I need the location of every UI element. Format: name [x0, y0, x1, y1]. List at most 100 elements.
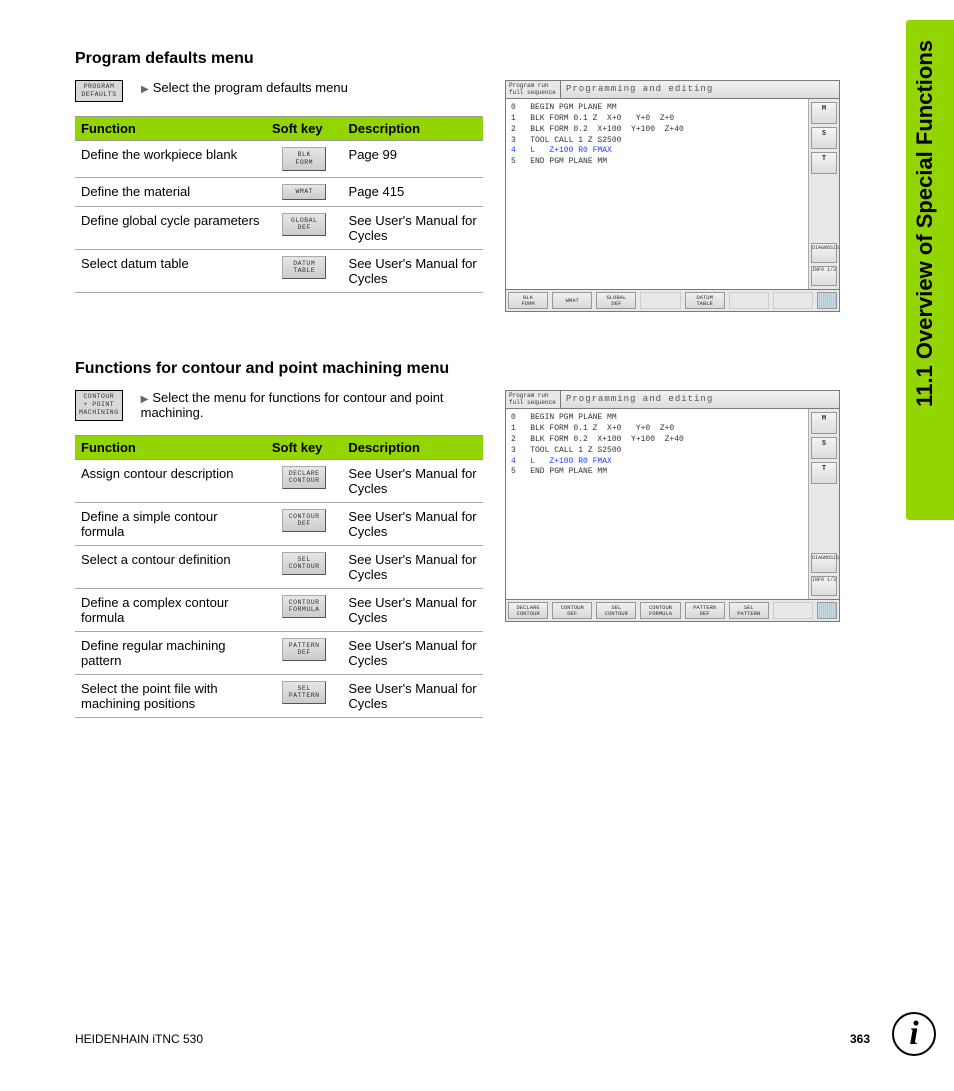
panel-title: Programming and editing [561, 81, 839, 98]
cell-function: Assign contour description [75, 459, 266, 502]
softkey-button[interactable]: SEL CONTOUR [282, 552, 326, 576]
override-button-s[interactable]: S [811, 127, 837, 149]
cell-function: Select the point file with machining pos… [75, 674, 266, 717]
panel-mode: Program run full sequence [506, 391, 561, 408]
softkey-button[interactable]: BLK FORM [282, 147, 326, 171]
cell-function: Define the workpiece blank [75, 141, 266, 178]
panel-softkey[interactable]: DATUM TABLE [685, 292, 725, 309]
cell-softkey: DATUM TABLE [266, 249, 343, 292]
table-row: Define global cycle parameters GLOBAL DEF… [75, 206, 483, 249]
th-description: Description [343, 117, 483, 141]
softkey-button[interactable]: GLOBAL DEF [282, 213, 326, 237]
cell-description: See User's Manual for Cycles [342, 545, 483, 588]
section-program-defaults: Program defaults menu PROGRAM DEFAULTS S… [75, 50, 840, 332]
cell-function: Define global cycle parameters [75, 206, 266, 249]
diagnosis-button[interactable]: DIAGNOSIS [811, 553, 837, 573]
cell-softkey: CONTOUR DEF [266, 502, 343, 545]
control-screenshot: Program run full sequenceProgramming and… [505, 80, 840, 312]
override-button-s[interactable]: S [811, 437, 837, 459]
th-description: Description [342, 435, 483, 459]
intro-text-1: Select the program defaults menu [141, 80, 348, 95]
panel-softkey[interactable]: SEL PATTERN [729, 602, 769, 619]
cell-description: Page 415 [343, 177, 483, 206]
panel-softkey-empty [773, 602, 813, 619]
intro-text-2: Select the menu for functions for contou… [141, 390, 483, 420]
th-softkey: Soft key [266, 117, 343, 141]
softkey-program-defaults[interactable]: PROGRAM DEFAULTS [75, 80, 123, 102]
cell-function: Define the material [75, 177, 266, 206]
section-title-vertical: 11.1 Overview of Special Functions [912, 40, 938, 407]
panel-scroll-indicator[interactable] [817, 292, 837, 309]
cell-description: See User's Manual for Cycles [342, 459, 483, 502]
override-button-m[interactable]: M [811, 412, 837, 434]
panel-side-buttons: MST DIAGNOSIS INFO 1/3 [809, 99, 839, 289]
panel-softkey-empty [729, 292, 769, 309]
softkey-contour-point[interactable]: CONTOUR + POINT MACHINING [75, 390, 123, 420]
panel-softkey[interactable]: DECLARE CONTOUR [508, 602, 548, 619]
panel-softkey[interactable]: PATTERN DEF [685, 602, 725, 619]
page-number: 363 [850, 1032, 870, 1046]
info-icon: i [892, 1012, 936, 1056]
panel-side-buttons: MST DIAGNOSIS INFO 1/3 [809, 409, 839, 599]
cell-function: Select datum table [75, 249, 266, 292]
control-screenshot: Program run full sequenceProgramming and… [505, 390, 840, 622]
panel-softkey[interactable]: SEL CONTOUR [596, 602, 636, 619]
section-contour-point: Functions for contour and point machinin… [75, 360, 840, 717]
panel-title: Programming and editing [561, 391, 839, 408]
override-button-t[interactable]: T [811, 152, 837, 174]
cell-softkey: WMAT [266, 177, 343, 206]
table-row: Define the workpiece blankBLK FORMPage 9… [75, 141, 483, 178]
heading-program-defaults: Program defaults menu [75, 50, 840, 68]
th-function: Function [75, 117, 266, 141]
panel-softkey-bar: DECLARE CONTOURCONTOUR DEFSEL CONTOURCON… [506, 599, 839, 621]
cell-function: Define a simple contour formula [75, 502, 266, 545]
info-button[interactable]: INFO 1/3 [811, 266, 837, 286]
table-contour-point: Function Soft key Description Assign con… [75, 435, 483, 718]
page-footer: HEIDENHAIN iTNC 530 363 [75, 1032, 870, 1046]
cell-description: See User's Manual for Cycles [342, 674, 483, 717]
footer-product: HEIDENHAIN iTNC 530 [75, 1032, 203, 1046]
panel-softkey[interactable]: GLOBAL DEF [596, 292, 636, 309]
heading-contour-point: Functions for contour and point machinin… [75, 360, 455, 378]
table-row: Assign contour description DECLARE CONTOU… [75, 459, 483, 502]
softkey-button[interactable]: CONTOUR FORMULA [282, 595, 326, 619]
cell-description: See User's Manual for Cycles [342, 502, 483, 545]
panel-softkey[interactable]: WMAT [552, 292, 592, 309]
panel-softkey[interactable]: CONTOUR DEF [552, 602, 592, 619]
diagnosis-button[interactable]: DIAGNOSIS [811, 243, 837, 263]
table-row: Select the point file with machining pos… [75, 674, 483, 717]
override-button-t[interactable]: T [811, 462, 837, 484]
cell-description: See User's Manual for Cycles [342, 588, 483, 631]
softkey-button[interactable]: WMAT [282, 184, 326, 200]
cell-function: Select a contour definition [75, 545, 266, 588]
softkey-button[interactable]: CONTOUR DEF [282, 509, 326, 533]
table-row: Define a complex contour formula CONTOUR … [75, 588, 483, 631]
cell-description: See User's Manual for Cycles [342, 631, 483, 674]
table-row: Define regular machining pattern PATTERN … [75, 631, 483, 674]
th-softkey: Soft key [266, 435, 343, 459]
table-row: Define a simple contour formula CONTOUR D… [75, 502, 483, 545]
panel-softkey-empty [773, 292, 813, 309]
override-button-m[interactable]: M [811, 102, 837, 124]
cell-function: Define regular machining pattern [75, 631, 266, 674]
panel-mode: Program run full sequence [506, 81, 561, 98]
cell-softkey: SEL CONTOUR [266, 545, 343, 588]
cell-softkey: BLK FORM [266, 141, 343, 178]
cell-description: See User's Manual for Cycles [343, 206, 483, 249]
table-program-defaults: Function Soft key Description Define the… [75, 116, 483, 292]
panel-softkey-bar: BLK FORMWMATGLOBAL DEF DATUM TABLE [506, 289, 839, 311]
panel-softkey-empty [640, 292, 680, 309]
softkey-button[interactable]: DATUM TABLE [282, 256, 326, 280]
softkey-button[interactable]: DECLARE CONTOUR [282, 466, 326, 490]
table-row: Define the material WMAT Page 415 [75, 177, 483, 206]
panel-softkey[interactable]: CONTOUR FORMULA [640, 602, 680, 619]
info-button[interactable]: INFO 1/3 [811, 576, 837, 596]
cell-softkey: DECLARE CONTOUR [266, 459, 343, 502]
cell-function: Define a complex contour formula [75, 588, 266, 631]
softkey-button[interactable]: PATTERN DEF [282, 638, 326, 662]
softkey-button[interactable]: SEL PATTERN [282, 681, 326, 705]
panel-softkey[interactable]: BLK FORM [508, 292, 548, 309]
th-function: Function [75, 435, 266, 459]
program-listing: 0 BEGIN PGM PLANE MM 1 BLK FORM 0.1 Z X+… [506, 409, 809, 599]
panel-scroll-indicator[interactable] [817, 602, 837, 619]
